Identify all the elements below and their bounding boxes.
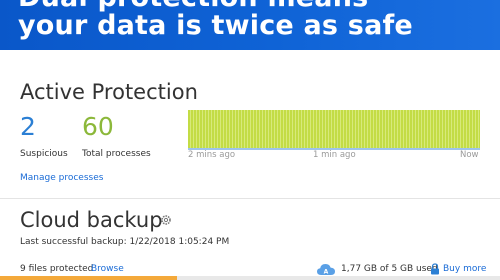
svg-text:A: A — [324, 269, 329, 276]
manage-processes-link[interactable]: Manage processes — [20, 173, 103, 183]
suspicious-count: 2 — [20, 112, 36, 141]
active-protection-title: Active Protection — [20, 80, 198, 104]
process-activity-chart — [188, 110, 480, 150]
cloud-backup-title: Cloud backup — [20, 208, 163, 232]
last-backup-text: Last successful backup: 1/22/2018 1:05:2… — [20, 237, 230, 247]
cloud-icon: A — [317, 264, 335, 276]
suspicious-label: Suspicious — [20, 149, 68, 159]
section-divider — [0, 198, 500, 199]
timeline-label-start: 2 mins ago — [188, 150, 236, 160]
lock-icon — [431, 263, 439, 275]
timeline-label-middle: 1 min ago — [313, 150, 356, 160]
storage-used-text: 1,77 GB of 5 GB used — [341, 264, 438, 274]
total-processes-label: Total processes — [82, 149, 151, 159]
total-processes-count: 60 — [82, 112, 114, 141]
banner-headline-line2: your data is twice as safe — [18, 10, 413, 41]
storage-usage-bar — [0, 276, 500, 280]
browse-link[interactable]: Browse — [91, 264, 124, 274]
promo-banner: Dual protection means your data is twice… — [0, 0, 500, 50]
timeline-label-end: Now — [460, 150, 479, 160]
buy-more-link[interactable]: Buy more — [443, 264, 486, 274]
storage-usage-fill — [0, 276, 177, 280]
files-protected-text: 9 files protected — [20, 264, 94, 274]
gear-icon[interactable] — [160, 214, 172, 226]
